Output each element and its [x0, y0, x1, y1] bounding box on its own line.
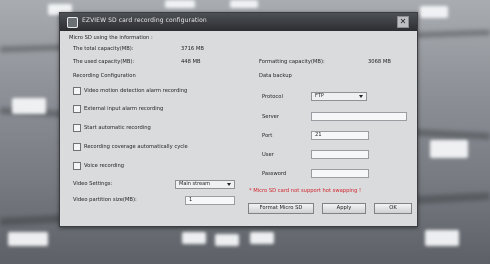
coverage-cycle-checkbox[interactable] — [73, 142, 81, 151]
recording-config-header: Recording Configuration — [73, 73, 136, 79]
total-capacity-value: 3716 MB — [181, 46, 204, 52]
format-sd-button[interactable]: Format Micro SD — [248, 203, 314, 214]
close-button[interactable]: ✕ — [397, 16, 409, 28]
password-label: Password — [262, 171, 287, 177]
voice-recording-checkbox[interactable] — [73, 161, 81, 170]
port-input[interactable]: 21 — [311, 131, 369, 140]
voice-recording-label: Voice recording — [84, 162, 125, 169]
ok-button[interactable]: OK — [374, 203, 412, 214]
password-input[interactable] — [311, 169, 369, 178]
partition-size-input[interactable]: 1 — [185, 196, 235, 205]
data-backup-header: Data backup — [259, 73, 292, 79]
coverage-cycle-option[interactable]: Recording coverage automatically cycle — [73, 142, 188, 151]
coverage-cycle-label: Recording coverage automatically cycle — [84, 143, 188, 150]
partition-size-label: Video partition size(MB): — [73, 197, 137, 203]
protocol-select[interactable]: FTP — [311, 92, 367, 101]
server-input[interactable] — [311, 112, 407, 121]
video-settings-label: Video Settings: — [73, 181, 113, 187]
used-capacity-label: The used capacity(MB): — [73, 59, 135, 65]
dialog-titlebar: EZVIEW SD card recording configuration ✕ — [60, 13, 417, 31]
video-stream-select[interactable]: Main stream — [175, 180, 235, 189]
motion-alarm-recording-checkbox[interactable] — [73, 86, 81, 95]
dialog-title: EZVIEW SD card recording configuration — [82, 17, 207, 24]
auto-recording-option[interactable]: Start automatic recording — [73, 123, 151, 132]
hot-swap-warning: * Micro SD card not support hot swapping… — [249, 188, 362, 194]
app-icon — [67, 17, 78, 28]
motion-alarm-recording-label: Video motion detection alarm recording — [84, 87, 188, 94]
external-alarm-recording-label: External input alarm recording — [84, 105, 164, 112]
port-label: Port — [262, 133, 273, 139]
chevron-down-icon — [359, 95, 363, 98]
protocol-label: Protocol — [262, 94, 283, 100]
user-input[interactable] — [311, 150, 369, 159]
video-stream-value: Main stream — [179, 181, 211, 187]
formatting-capacity-label: Formatting capacity(MB): — [259, 59, 325, 65]
auto-recording-label: Start automatic recording — [84, 124, 151, 131]
total-capacity-label: The total capacity(MB): — [73, 46, 134, 52]
sd-info-header: Micro SD using the information : — [69, 35, 153, 41]
sd-card-recording-dialog: EZVIEW SD card recording configuration ✕… — [59, 12, 418, 227]
voice-recording-option[interactable]: Voice recording — [73, 161, 124, 170]
apply-button[interactable]: Apply — [322, 203, 366, 214]
motion-alarm-recording-option[interactable]: Video motion detection alarm recording — [73, 86, 187, 95]
protocol-value: FTP — [315, 93, 324, 99]
chevron-down-icon — [227, 183, 231, 186]
formatting-capacity-value: 3068 MB — [368, 59, 391, 65]
used-capacity-value: 448 MB — [181, 59, 201, 65]
auto-recording-checkbox[interactable] — [73, 123, 81, 132]
user-label: User — [262, 152, 274, 158]
server-label: Server — [262, 114, 280, 120]
external-alarm-recording-checkbox[interactable] — [73, 104, 81, 113]
external-alarm-recording-option[interactable]: External input alarm recording — [73, 104, 163, 113]
